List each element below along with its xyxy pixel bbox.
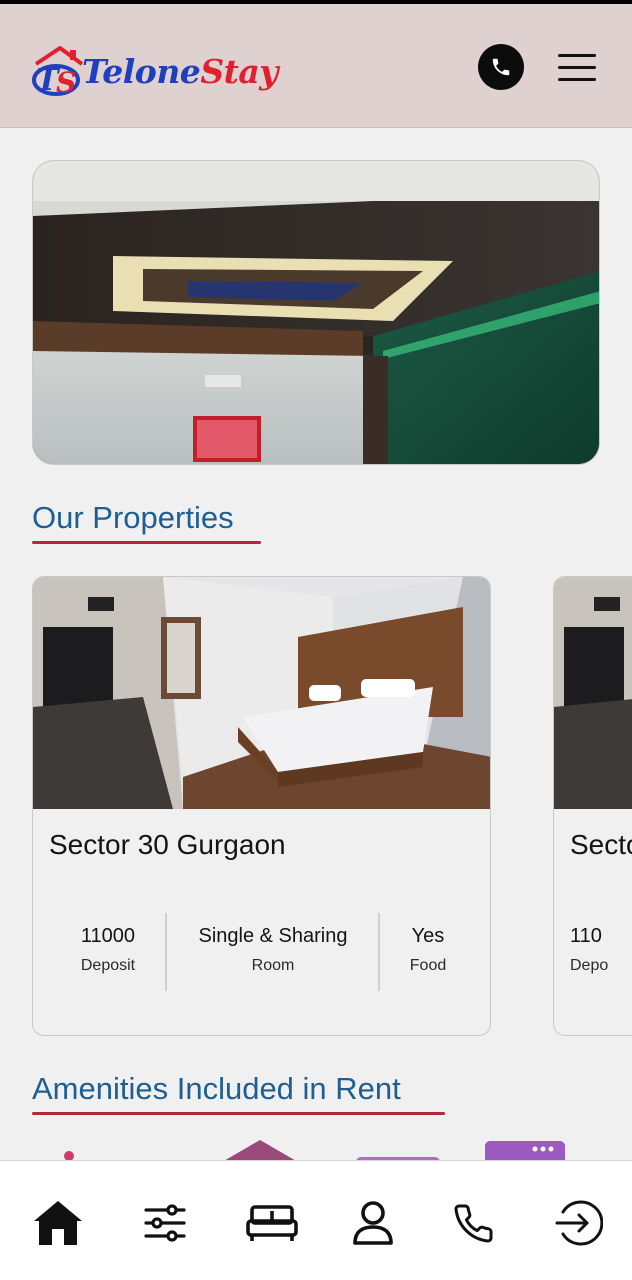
phone-icon [492, 58, 510, 76]
amenity-icon [62, 1138, 76, 1162]
bottom-navigation [0, 1160, 632, 1280]
bed-icon[interactable] [246, 1197, 298, 1249]
deposit-value: 110 [570, 925, 602, 947]
logo-text-part1: Telone [82, 52, 201, 91]
room-value: Single & Sharing [198, 925, 348, 947]
food-stat: Yes Food [388, 921, 468, 975]
hamburger-menu-icon[interactable] [556, 51, 598, 85]
deposit-stat: 11000 Deposit [53, 921, 163, 975]
stat-divider [165, 913, 167, 991]
profile-icon[interactable] [347, 1197, 399, 1249]
amenity-icon [356, 1138, 440, 1162]
call-button[interactable] [478, 44, 524, 90]
filters-icon[interactable] [139, 1197, 191, 1249]
amenities-title: Amenities Included in Rent [32, 1071, 401, 1106]
amenities-title-underline [32, 1112, 445, 1115]
property-name: Sector 30 Gurgaon [49, 829, 286, 860]
login-icon[interactable] [552, 1197, 604, 1249]
room-label: Room [251, 957, 295, 974]
logo-wordmark: TeloneStay [82, 52, 278, 91]
home-icon[interactable] [32, 1197, 84, 1249]
deposit-label: Deposit [80, 957, 136, 974]
our-properties-title: Our Properties [32, 500, 234, 535]
room-stat: Single & Sharing Room [173, 921, 373, 975]
property-card[interactable]: Secto 110 Depo [553, 576, 632, 1036]
property-photo [554, 577, 632, 809]
food-label: Food [409, 957, 447, 974]
deposit-value: 11000 [80, 925, 136, 947]
properties-title-underline [32, 541, 261, 544]
deposit-stat: 110 Depo [570, 921, 632, 975]
logo-text-part2: Stay [200, 52, 278, 91]
stat-divider [378, 913, 380, 991]
logo-mark-icon: T S [32, 46, 84, 99]
food-value: Yes [411, 925, 445, 947]
svg-text:S: S [56, 66, 76, 99]
property-name: Secto [570, 829, 632, 860]
app-header: T S TeloneStay [0, 4, 632, 128]
telonestay-logo[interactable]: T S TeloneStay [30, 42, 278, 102]
property-card[interactable]: Sector 30 Gurgaon 11000 Deposit Single &… [32, 576, 491, 1036]
amenity-icon [222, 1138, 298, 1162]
deposit-label: Depo [570, 957, 609, 974]
amenity-icon [485, 1138, 565, 1162]
property-photo [33, 577, 490, 809]
hero-banner-image [32, 160, 600, 465]
phone-icon[interactable] [448, 1197, 500, 1249]
